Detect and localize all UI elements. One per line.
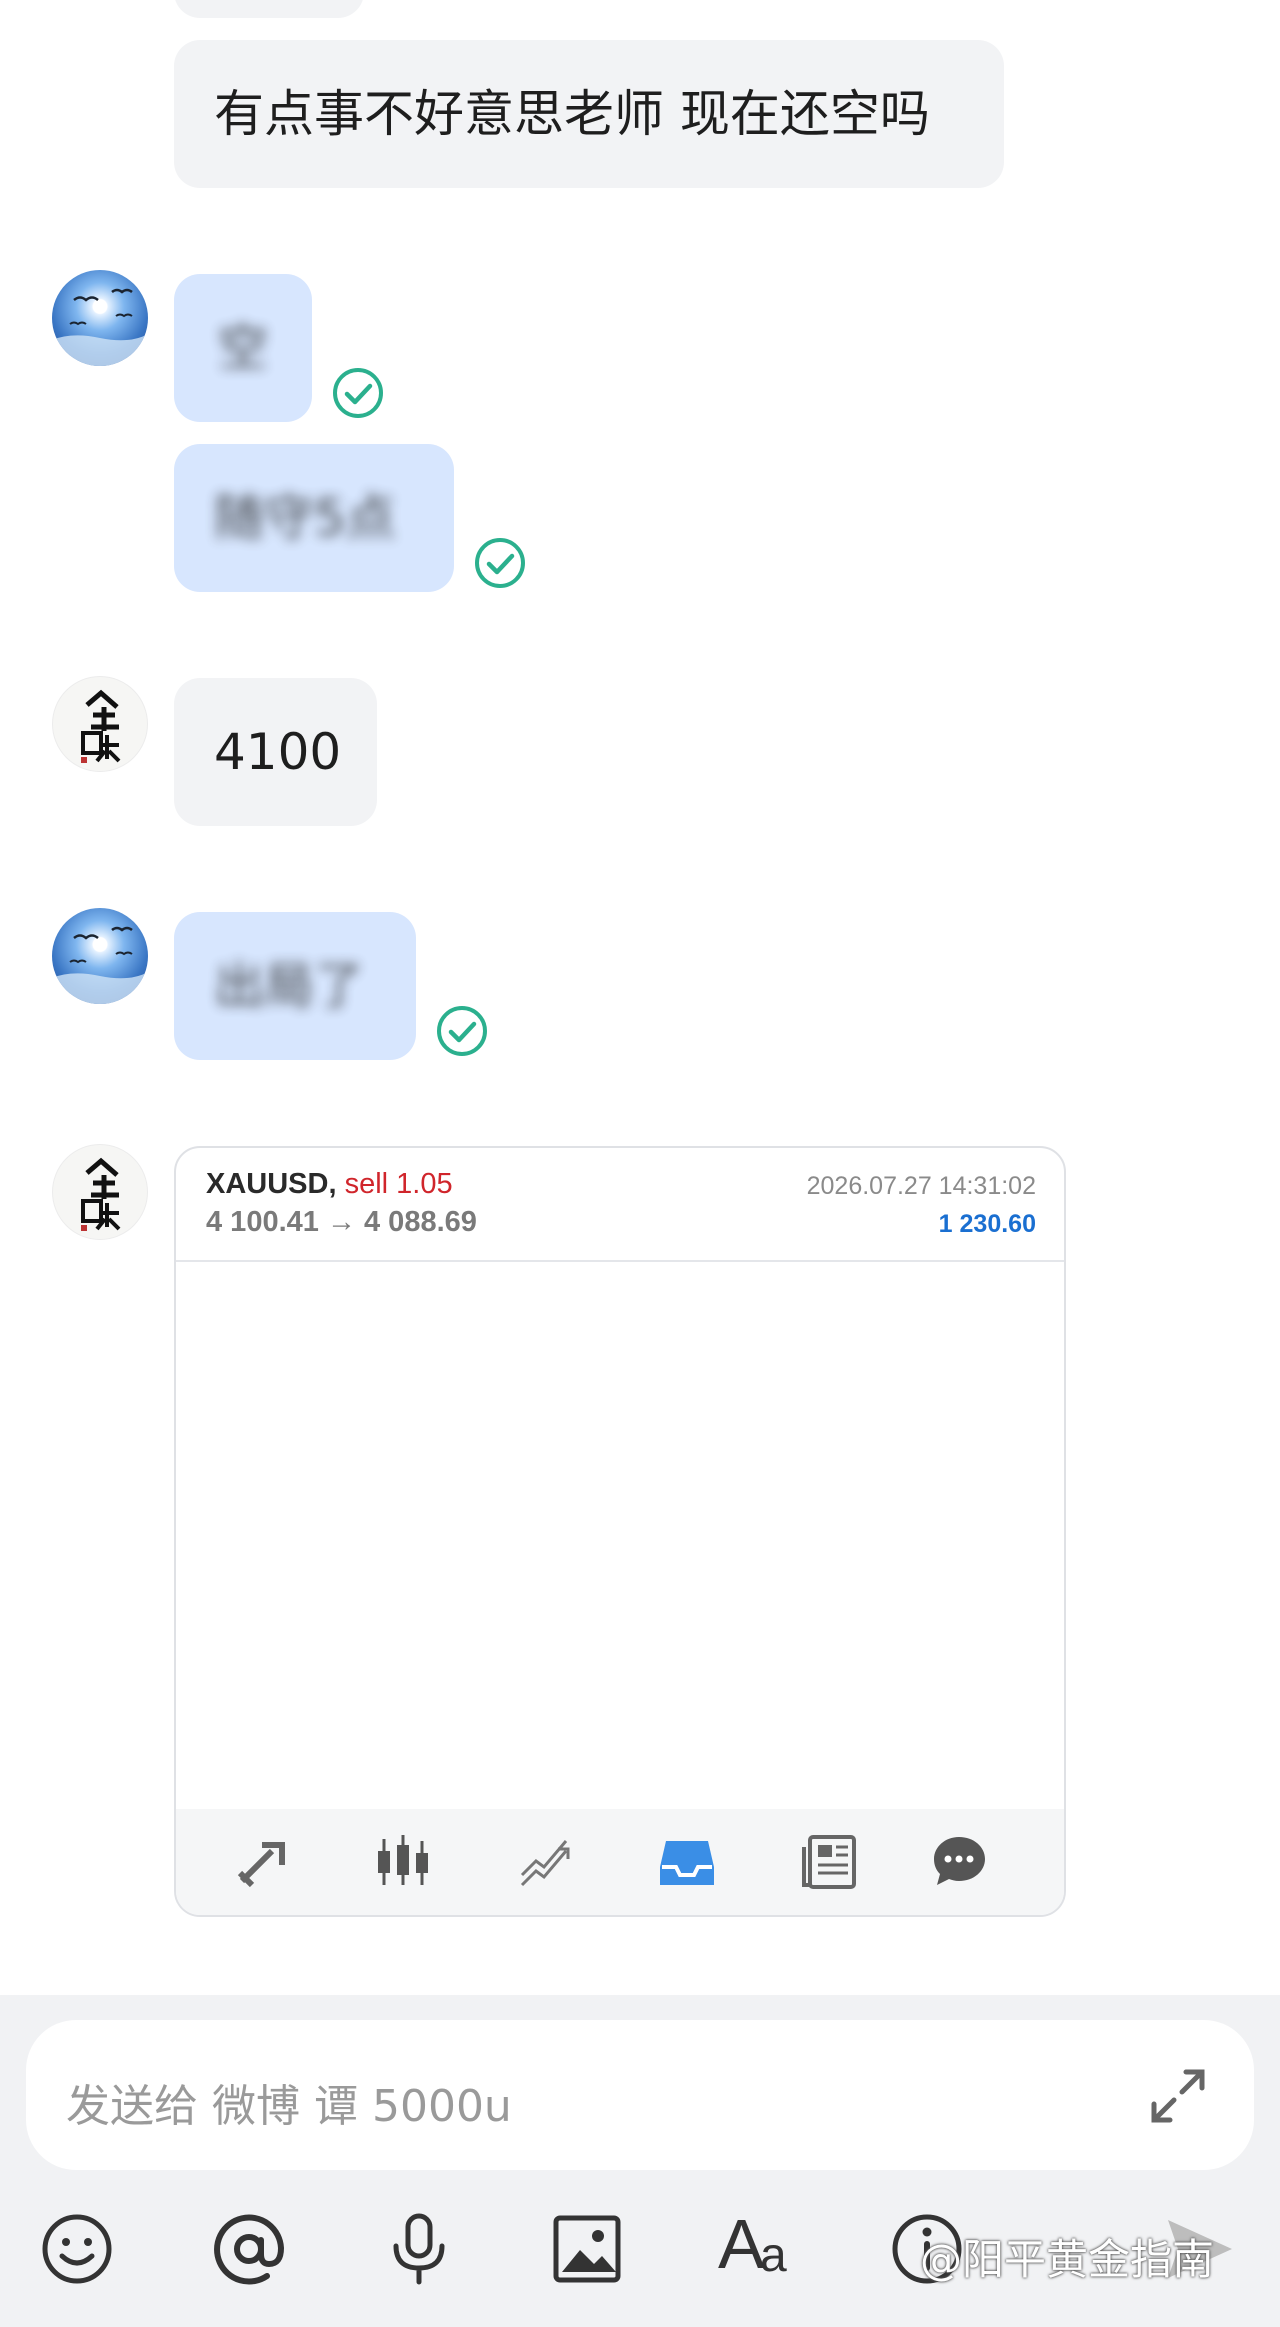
watermark: @阳平黄金指南	[920, 2235, 1215, 2284]
emoji-icon[interactable]	[38, 2210, 116, 2288]
message-input[interactable]: 发送给 微博 谭 5000u	[26, 2020, 1254, 2170]
partial-message-bubble	[174, 0, 364, 18]
message-bubble[interactable]: 空	[174, 274, 312, 422]
message-bubble[interactable]: 出局了	[174, 912, 416, 1060]
message-bubble[interactable]: 随守5点	[174, 444, 454, 592]
calligraphy-logo	[81, 689, 121, 763]
trade-header: XAUUSD, sell 1.05 4 100.41 → 4 088.69 20…	[176, 1148, 1064, 1262]
message-input-placeholder: 发送给 微博 谭 5000u	[66, 2081, 512, 2132]
trade-datetime: 2026.07.27 14:31:02	[806, 1172, 1036, 1200]
image-icon[interactable]	[548, 2210, 626, 2288]
inbox-icon[interactable]	[656, 1831, 718, 1893]
trade-action: sell 1.05	[344, 1168, 453, 1200]
message-text: 4100	[214, 723, 342, 781]
bird-silhouette-icon	[52, 926, 148, 1004]
candlestick-icon[interactable]	[372, 1831, 434, 1893]
avatar[interactable]	[52, 1144, 148, 1240]
news-icon[interactable]	[798, 1831, 860, 1893]
check-circle-icon	[333, 368, 383, 418]
trade-symbol: XAUUSD,	[206, 1168, 337, 1200]
bird-silhouette-icon	[52, 288, 148, 366]
expand-icon[interactable]	[1146, 2064, 1210, 2128]
calligraphy-logo	[81, 1157, 121, 1231]
message-text: 有点事不好意思老师 现在还空吗	[214, 85, 930, 143]
trade-app-toolbar	[176, 1809, 1064, 1915]
microphone-icon[interactable]	[380, 2210, 458, 2288]
check-circle-icon	[437, 1006, 487, 1056]
message-text: 空	[218, 319, 268, 377]
message-text: 出局了	[214, 957, 364, 1015]
avatar[interactable]	[52, 676, 148, 772]
text-format-icon[interactable]: A a	[718, 2202, 802, 2286]
avatar[interactable]	[52, 908, 148, 1004]
message-bubble[interactable]: 4100	[174, 678, 377, 826]
at-icon[interactable]	[210, 2210, 288, 2288]
message-text: 随守5点	[214, 489, 396, 547]
avatar[interactable]	[52, 270, 148, 366]
check-circle-icon	[475, 538, 525, 588]
trade-screenshot-card[interactable]: XAUUSD, sell 1.05 4 100.41 → 4 088.69 20…	[174, 1146, 1066, 1917]
chart-trend-icon[interactable]	[514, 1831, 576, 1893]
trade-icon[interactable]	[232, 1831, 294, 1893]
trade-prices: 4 100.41 → 4 088.69	[206, 1206, 477, 1238]
chat-icon[interactable]	[928, 1831, 990, 1893]
message-bubble[interactable]: 有点事不好意思老师 现在还空吗	[174, 40, 1004, 188]
trade-profit: 1 230.60	[938, 1210, 1036, 1238]
